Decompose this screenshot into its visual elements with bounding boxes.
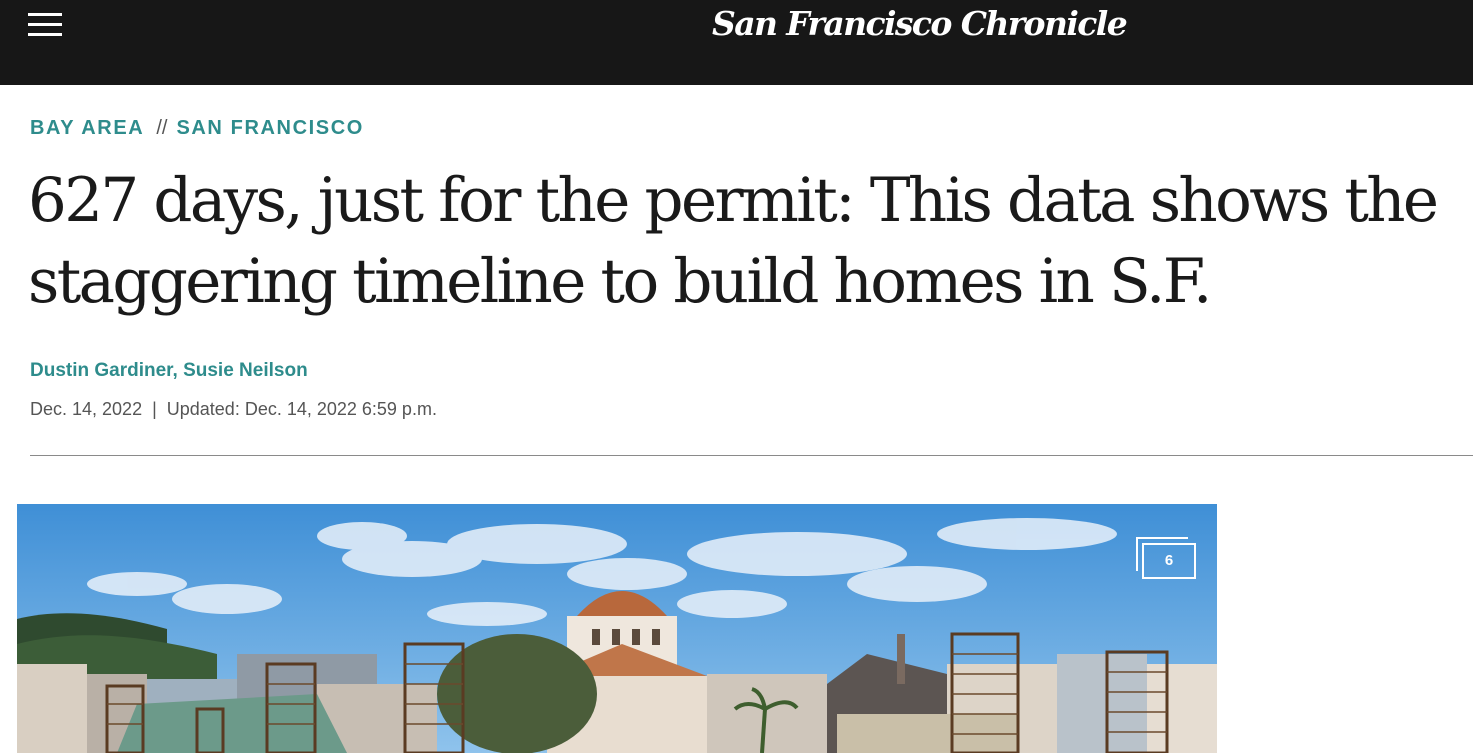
article-dateline: Dec. 14, 2022 | Updated: Dec. 14, 2022 6:5… xyxy=(30,396,437,422)
article-headline: 627 days, just for the permit: This data… xyxy=(28,165,1439,317)
article-byline: Dustin Gardiner, Susie Neilson xyxy=(30,358,308,384)
publish-date: Dec. 14, 2022 xyxy=(30,399,143,419)
header-divider xyxy=(30,455,1473,456)
hamburger-menu-icon[interactable] xyxy=(28,10,62,38)
breadcrumb-separator: // xyxy=(156,117,168,139)
updated-date: Updated: Dec. 14, 2022 6:59 p.m. xyxy=(166,399,437,419)
site-header: San Francisco Chronicle xyxy=(0,0,1473,85)
breadcrumb-bay-area-link[interactable]: BAY AREA xyxy=(30,117,144,139)
hero-image[interactable] xyxy=(17,504,1217,753)
gallery-count: 6 xyxy=(1142,543,1196,579)
date-separator: | xyxy=(152,399,157,419)
hero-photo-illustration xyxy=(17,504,1217,753)
breadcrumb: BAY AREA // SAN FRANCISCO xyxy=(30,115,364,141)
photo-gallery-icon[interactable]: 6 xyxy=(1136,537,1196,579)
author-links[interactable]: Dustin Gardiner, Susie Neilson xyxy=(30,360,308,381)
breadcrumb-san-francisco-link[interactable]: SAN FRANCISCO xyxy=(176,117,363,139)
site-logo[interactable]: San Francisco Chronicle xyxy=(712,0,1128,48)
